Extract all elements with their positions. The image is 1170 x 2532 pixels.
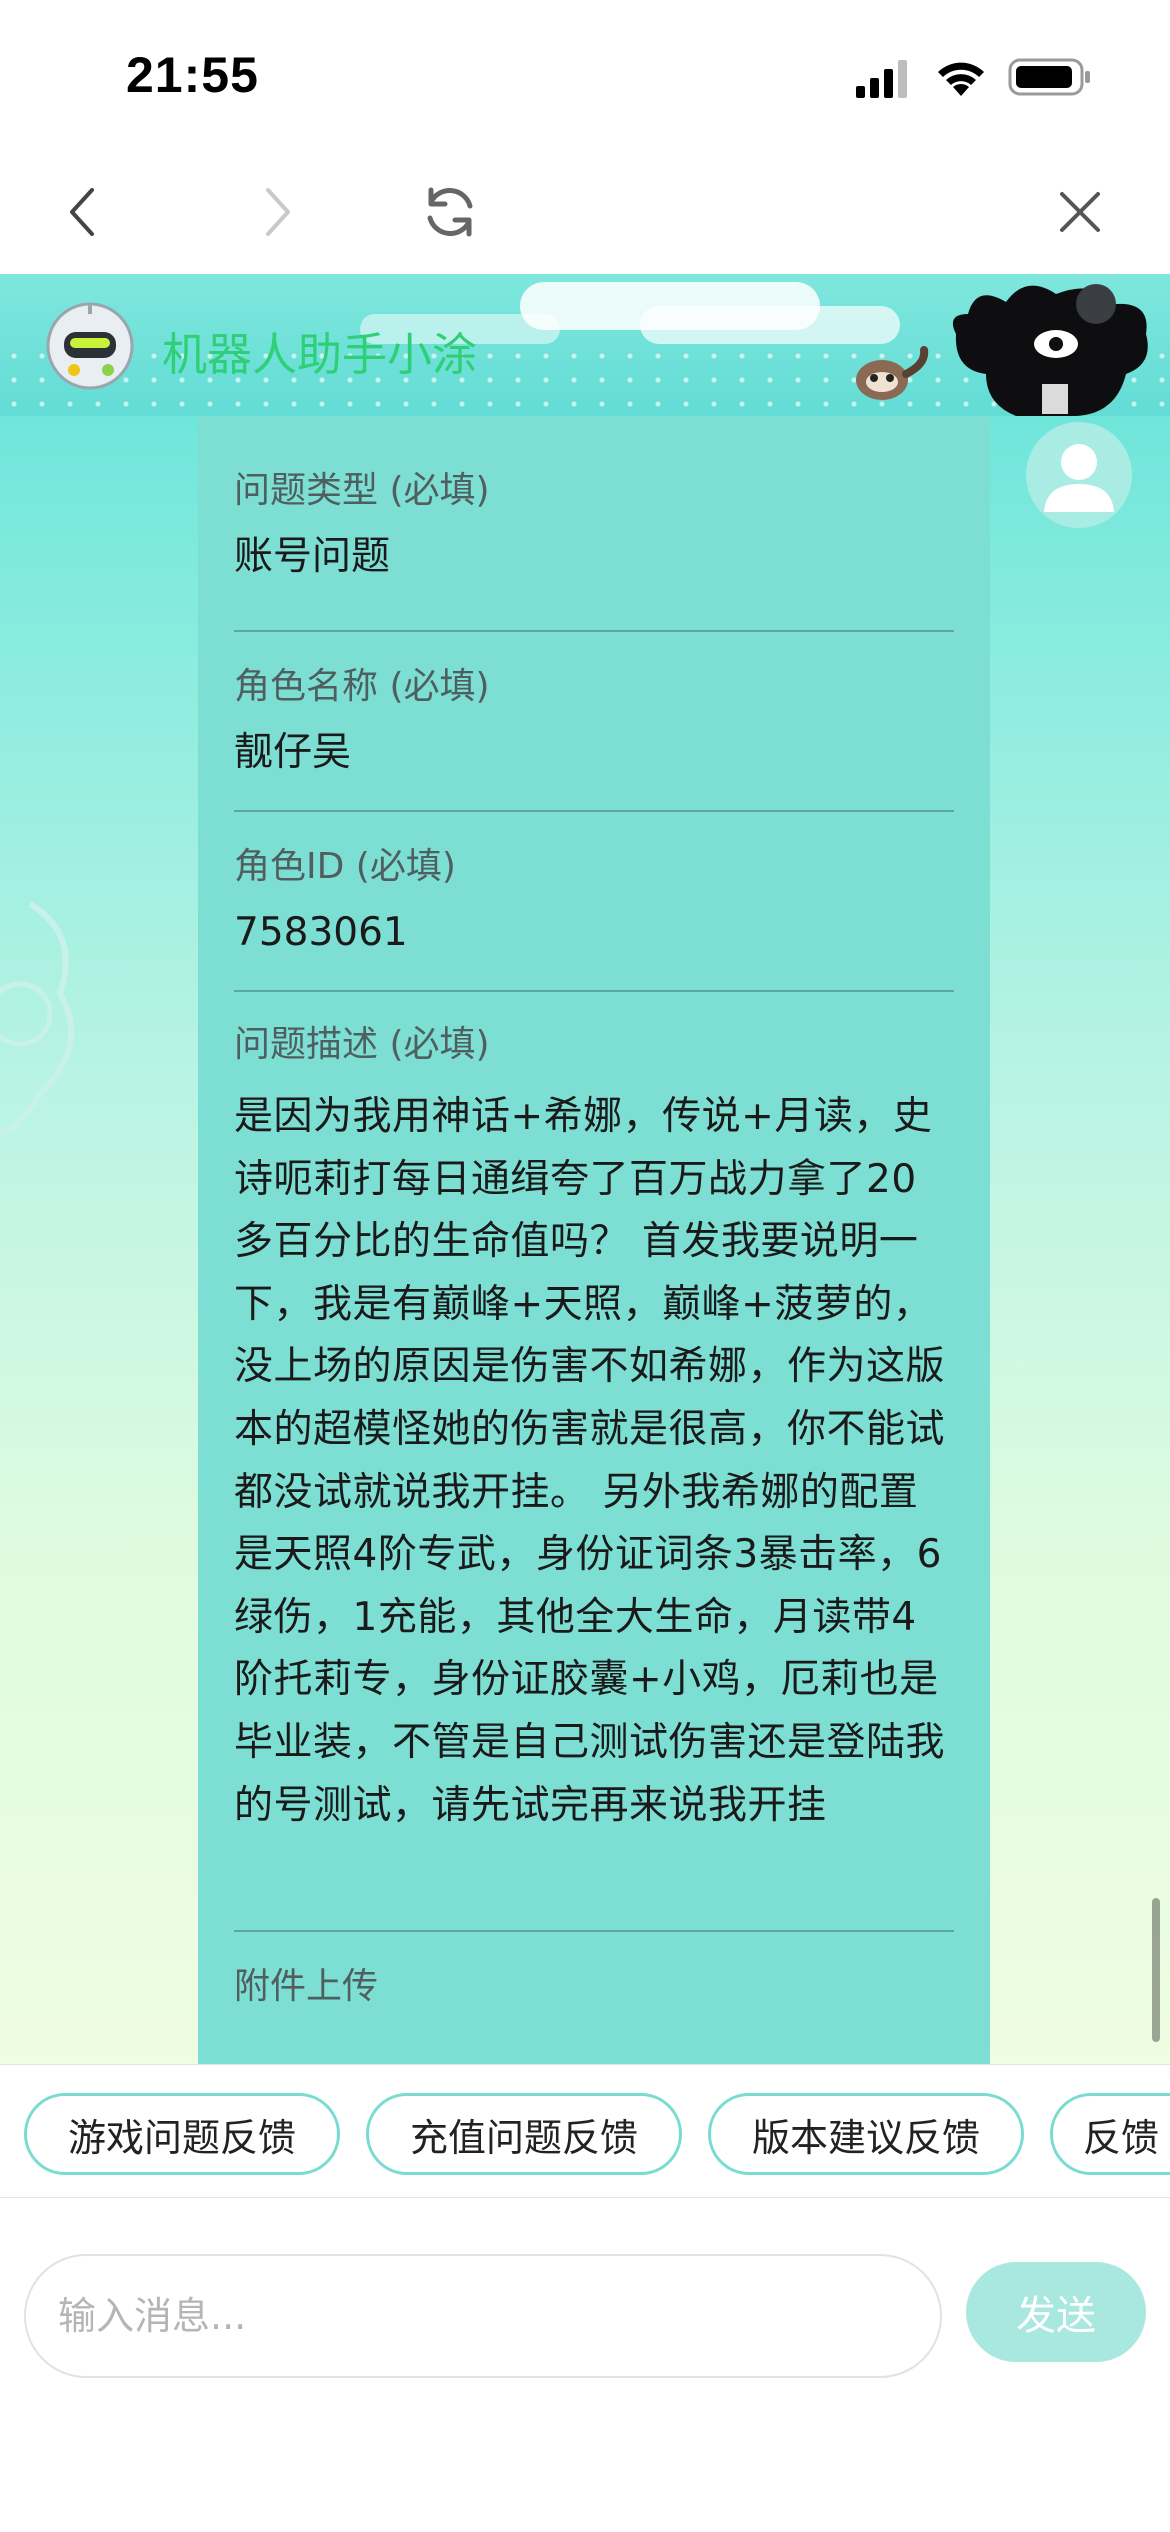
message-input[interactable] [24, 2254, 942, 2378]
field-value: 账号问题 [234, 534, 391, 579]
forward-icon [266, 188, 290, 236]
field-label: 角色名称 (必填) [234, 666, 490, 707]
field-description: 问题描述 (必填) 是因为我用神话+希娜，传说+月读，史诗呃莉打每日通缉夸了百万… [234, 992, 954, 1932]
wifi-icon [938, 62, 984, 96]
close-button[interactable] [1040, 172, 1120, 252]
field-role-id: 角色ID (必填) 7583061 [234, 812, 954, 992]
cloud-decoration [640, 306, 900, 344]
chat-area[interactable]: 机器人助手小涂 问题类型 (必填) 账号问题 角色名称 (必填) 靓仔吴 角色I… [0, 274, 1170, 2064]
back-button[interactable] [42, 172, 122, 252]
close-icon [1060, 192, 1100, 232]
scrollbar[interactable] [1152, 1898, 1160, 2042]
raccoon-mascot-icon [856, 346, 929, 400]
quick-reply-chip[interactable]: 反馈 [1050, 2093, 1170, 2175]
field-role-name: 角色名称 (必填) 靓仔吴 [234, 632, 954, 812]
quick-reply-chip[interactable]: 充值问题反馈 [366, 2093, 682, 2175]
field-value: -- [234, 2042, 954, 2064]
signal-icon [856, 60, 907, 98]
background-doodle-icon [0, 901, 75, 1138]
field-attachment: 附件上传 -- [234, 1932, 954, 2064]
battery-icon [1008, 58, 1090, 96]
status-time: 21:55 [126, 47, 259, 103]
robot-avatar-icon [46, 302, 134, 390]
quick-reply-chip[interactable]: 版本建议反馈 [708, 2093, 1024, 2175]
user-avatar-icon [1026, 422, 1132, 528]
refresh-button[interactable] [410, 172, 490, 252]
field-label: 附件上传 [234, 1966, 379, 2007]
dark-mascot-icon [952, 284, 1148, 416]
ticket-form-card: 问题类型 (必填) 账号问题 角色名称 (必填) 靓仔吴 角色ID (必填) 7… [198, 416, 990, 2064]
field-value: 靓仔吴 [234, 730, 352, 775]
status-bar: 21:55 [0, 0, 1170, 150]
browser-toolbar [0, 150, 1170, 274]
forward-button[interactable] [238, 172, 318, 252]
chat-title: 机器人助手小涂 [162, 328, 478, 381]
chat-header: 机器人助手小涂 [0, 274, 1170, 416]
field-value: 7583061 [234, 910, 408, 955]
field-label: 角色ID (必填) [234, 846, 456, 887]
field-question-type: 问题类型 (必填) 账号问题 [234, 416, 954, 632]
message-composer: 发送 [0, 2198, 1170, 2532]
send-button[interactable]: 发送 [966, 2262, 1146, 2362]
refresh-icon [427, 187, 473, 237]
back-icon [70, 188, 94, 236]
field-value: 是因为我用神话+希娜，传说+月读，史诗呃莉打每日通缉夸了百万战力拿了20多百分比… [234, 1094, 946, 1828]
quick-reply-bar[interactable]: 游戏问题反馈 充值问题反馈 版本建议反馈 反馈 [0, 2064, 1170, 2198]
quick-reply-chip[interactable]: 游戏问题反馈 [24, 2093, 340, 2175]
field-label: 问题类型 (必填) [234, 470, 490, 511]
field-label: 问题描述 (必填) [234, 1024, 490, 1065]
